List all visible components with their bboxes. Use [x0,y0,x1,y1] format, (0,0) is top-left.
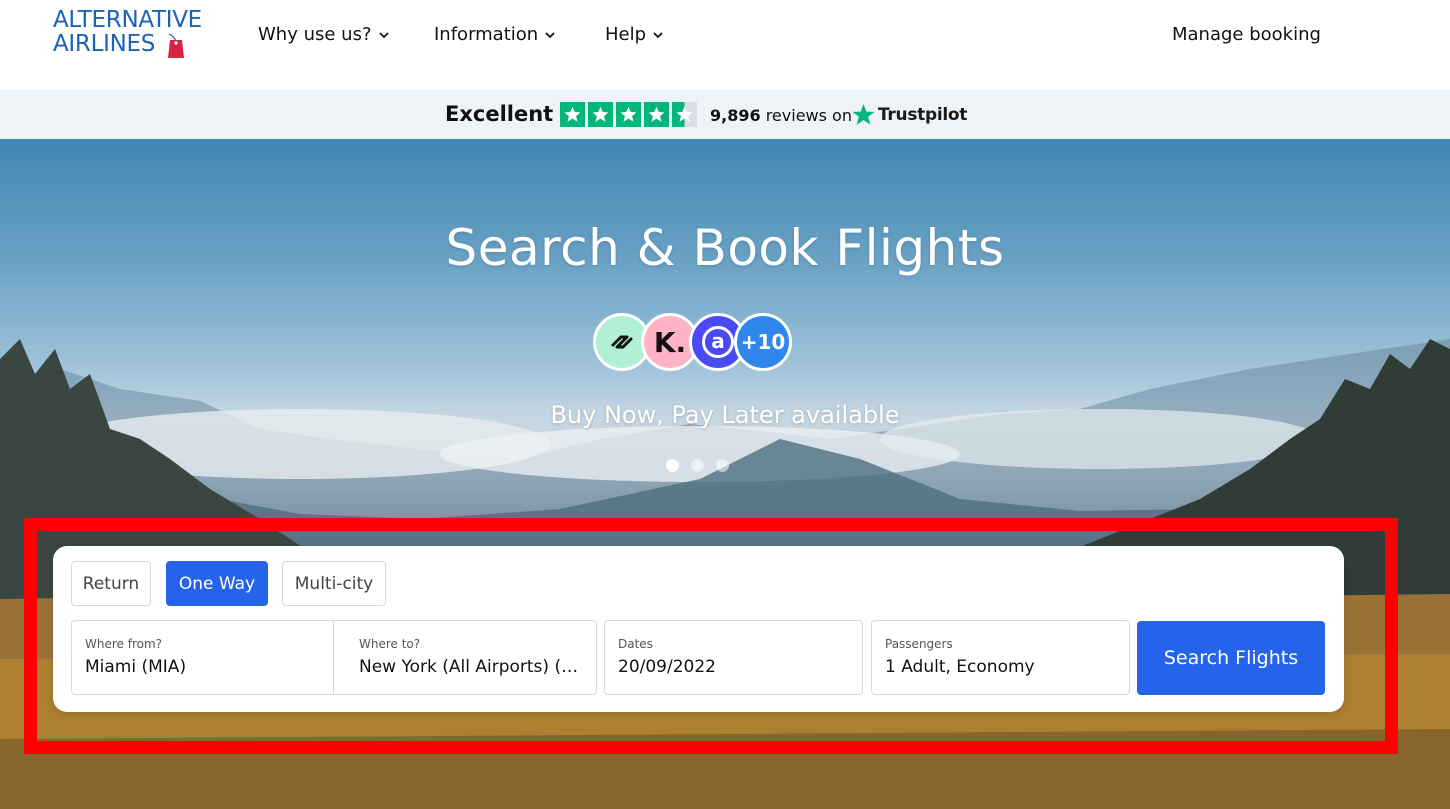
trustpilot-rating-word: Excellent [445,102,554,126]
chevron-down-icon [378,31,389,38]
site-header: ALTERNATIVE AIRLINES Why use us? Informa… [0,0,1450,90]
passengers-value: 1 Adult, Economy [885,657,1035,677]
nav-information-label: Information [434,24,539,45]
half-star-icon [672,102,697,127]
hero-title: Search & Book Flights [445,219,1005,277]
chevron-down-icon [545,31,555,38]
manage-booking-link[interactable]: Manage booking [1172,24,1321,45]
dates-field[interactable]: Dates 20/09/2022 [604,620,863,695]
trustpilot-star-icon [852,103,875,125]
nav-help[interactable]: Help [605,24,664,45]
flight-search-panel: Return One Way Multi-city Where from? Mi… [53,546,1344,712]
luggage-tag-icon [168,34,184,58]
where-to-label: Where to? [359,637,421,651]
passengers-field[interactable]: Passengers 1 Adult, Economy [871,620,1130,695]
nav-why-use-us-label: Why use us? [258,24,372,45]
where-to-field[interactable]: Where to? New York (All Airports) (… [333,620,597,695]
star-icon [560,102,585,127]
search-flights-button[interactable]: Search Flights [1137,621,1325,695]
nav-help-label: Help [605,24,647,45]
hero-subtitle: Buy Now, Pay Later available [550,401,900,429]
trip-type-multi-city[interactable]: Multi-city [282,561,386,606]
where-from-label: Where from? [85,637,163,651]
carousel-dot-1[interactable] [666,459,679,472]
at-sign-icon: a [702,326,734,358]
dates-label: Dates [618,637,653,651]
afterpay-icon [611,335,633,349]
alternative-airlines-logo[interactable]: ALTERNATIVE AIRLINES [53,8,213,60]
where-to-value: New York (All Airports) (… [359,657,579,677]
nav-information[interactable]: Information [434,24,556,45]
logo-text-line1: ALTERNATIVE [53,7,202,33]
trustpilot-stars [560,102,697,127]
bnpl-more-badge: +10 [734,313,792,371]
chevron-down-icon [653,31,663,38]
trustpilot-brand-text: Trustpilot [878,104,968,125]
logo-text-line2: AIRLINES [53,31,156,57]
bnpl-provider-badges: K. a +10 [593,313,803,373]
review-count-number: 9,896 [710,106,761,125]
star-icon [616,102,641,127]
star-icon [644,102,669,127]
trip-type-return[interactable]: Return [71,561,151,606]
dates-value: 20/09/2022 [618,657,716,677]
where-from-value: Miami (MIA) [85,657,187,677]
trustpilot-logo: Trustpilot [852,103,967,126]
passengers-label: Passengers [885,637,953,651]
trip-type-one-way[interactable]: One Way [166,561,268,606]
star-icon [588,102,613,127]
nav-why-use-us[interactable]: Why use us? [258,24,390,45]
trustpilot-review-count: 9,896 reviews on [710,106,852,125]
carousel-dots [666,459,729,472]
where-from-field[interactable]: Where from? Miami (MIA) [71,620,334,695]
carousel-dot-3[interactable] [716,459,729,472]
carousel-dot-2[interactable] [691,459,704,472]
review-count-text: reviews on [765,106,852,125]
trustpilot-bar[interactable]: Excellent 9,896 reviews on Trustpilot [0,90,1450,139]
